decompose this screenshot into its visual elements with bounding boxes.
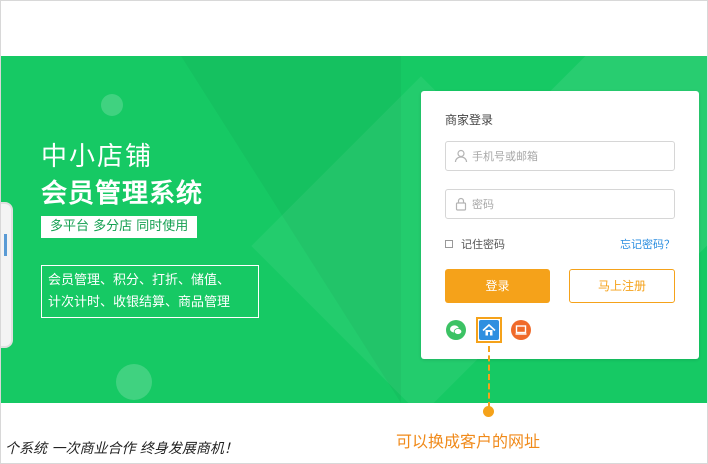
phone-illustration xyxy=(1,202,13,348)
remember-label: 记住密码 xyxy=(461,238,505,251)
login-title: 商家登录 xyxy=(445,113,494,127)
hero-subtitle: 会员管理系统 xyxy=(41,178,204,208)
annotation-text: 可以换成客户的网址 xyxy=(396,432,541,451)
annotation-line xyxy=(488,346,490,408)
login-card: 商家登录 记住密码 忘记密码？ 登录 马上注册 xyxy=(421,91,699,359)
remember-option[interactable]: 记住密码 xyxy=(445,236,505,252)
forgot-password-link[interactable]: 忘记密码？ xyxy=(620,236,675,252)
login-button[interactable]: 登录 xyxy=(445,269,550,303)
annotation-dot xyxy=(483,406,494,417)
tagline-text: 多平台 多分店 同时使用 xyxy=(50,219,189,234)
phone-input[interactable] xyxy=(472,147,668,165)
screenshot-frame: 中小店铺 会员管理系统 多平台 多分店 同时使用 会员管理、积分、打折、储值、 … xyxy=(0,0,708,464)
password-field[interactable] xyxy=(445,189,675,219)
hero-tagline: 多平台 多分店 同时使用 xyxy=(41,216,198,238)
remember-checkbox[interactable] xyxy=(445,240,453,248)
footer-slogan: 个系统 一次商业合作 终身发展商机！ xyxy=(5,441,238,457)
lock-icon xyxy=(454,197,468,211)
feature-line: 计次计时、收银结算、商品管理 xyxy=(48,295,231,310)
feature-box: 会员管理、积分、打折、储值、 计次计时、收银结算、商品管理 xyxy=(41,265,259,318)
hero-title: 中小店铺 xyxy=(41,141,154,171)
decorative-bubble xyxy=(101,94,123,116)
phone-field[interactable] xyxy=(445,141,675,171)
password-input[interactable] xyxy=(472,195,668,213)
home-icon[interactable] xyxy=(479,320,499,340)
user-icon xyxy=(454,149,468,163)
computer-icon[interactable] xyxy=(511,320,531,340)
decorative-bubble xyxy=(116,364,152,400)
wechat-icon[interactable] xyxy=(446,320,466,340)
register-button[interactable]: 马上注册 xyxy=(569,269,675,303)
feature-line: 会员管理、积分、打折、储值、 xyxy=(48,273,231,288)
